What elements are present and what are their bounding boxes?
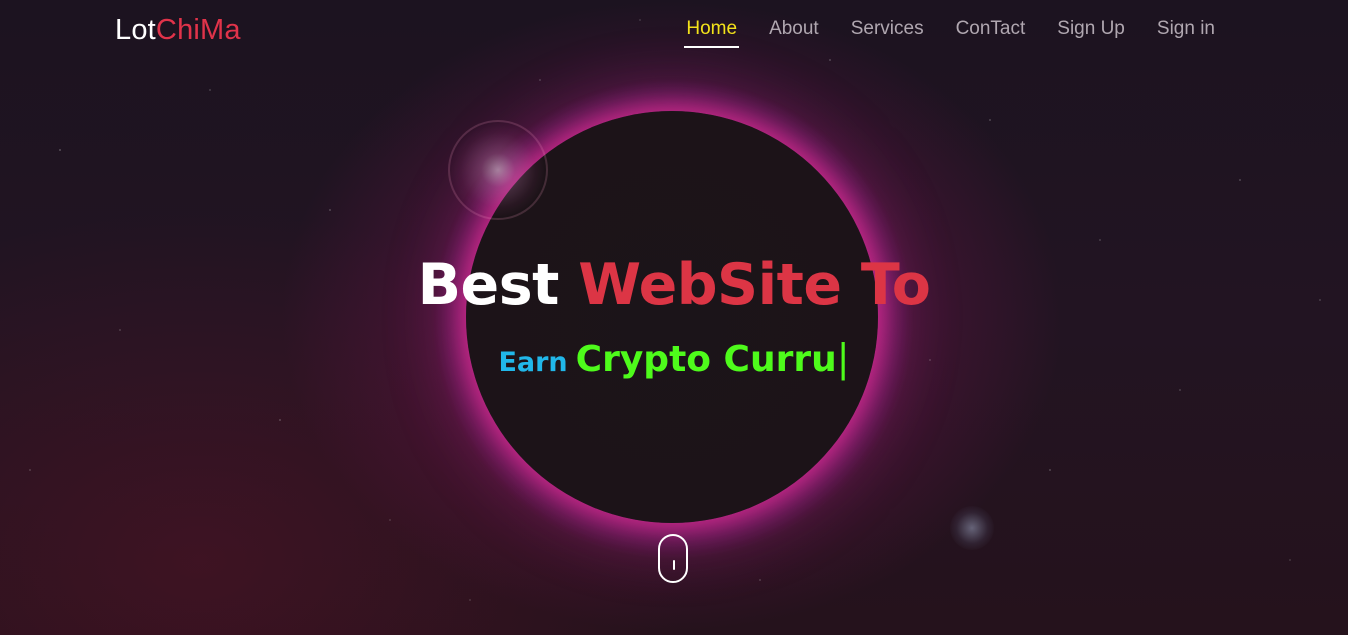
headline-white-text: Best — [417, 252, 560, 318]
brand-logo[interactable]: LotChiMa — [115, 14, 241, 47]
nav-link-home[interactable]: Home — [684, 18, 739, 48]
headline-red-text: WebSite To — [578, 252, 931, 318]
nav-link-contact[interactable]: ConTact — [956, 18, 1026, 48]
nav-link-about[interactable]: About — [769, 18, 819, 48]
nav-link-sign-in[interactable]: Sign in — [1157, 18, 1215, 48]
brand-logo-part2: ChiMa — [155, 14, 241, 46]
nav-item-home: Home — [684, 18, 739, 48]
brand-logo-part1: Lot — [115, 14, 156, 46]
nav-item-sign-up: Sign Up — [1057, 18, 1125, 48]
hero-section: LotChiMa Home About Services ConTact Sig… — [0, 0, 1348, 635]
small-lens-flare — [950, 506, 994, 550]
typed-text: Crypto Curru — [575, 339, 837, 380]
nav-item-services: Services — [851, 18, 924, 48]
main-nav: Home About Services ConTact Sign Up Sign… — [684, 18, 1215, 48]
lens-flare — [448, 120, 548, 220]
hero-headline: Best WebSite To — [0, 252, 1348, 318]
navbar: LotChiMa Home About Services ConTact Sig… — [0, 0, 1348, 62]
subline-prefix: Earn — [498, 347, 568, 378]
hero-subline: Earn Crypto Curru| — [0, 336, 1348, 380]
mouse-scroll-icon[interactable] — [658, 534, 688, 583]
nav-item-about: About — [769, 18, 819, 48]
nav-item-contact: ConTact — [956, 18, 1026, 48]
nav-item-sign-in: Sign in — [1157, 18, 1215, 48]
nav-link-services[interactable]: Services — [851, 18, 924, 48]
scroll-wheel-indicator — [673, 560, 675, 570]
nav-link-sign-up[interactable]: Sign Up — [1057, 18, 1125, 48]
typing-caret: | — [836, 336, 850, 380]
